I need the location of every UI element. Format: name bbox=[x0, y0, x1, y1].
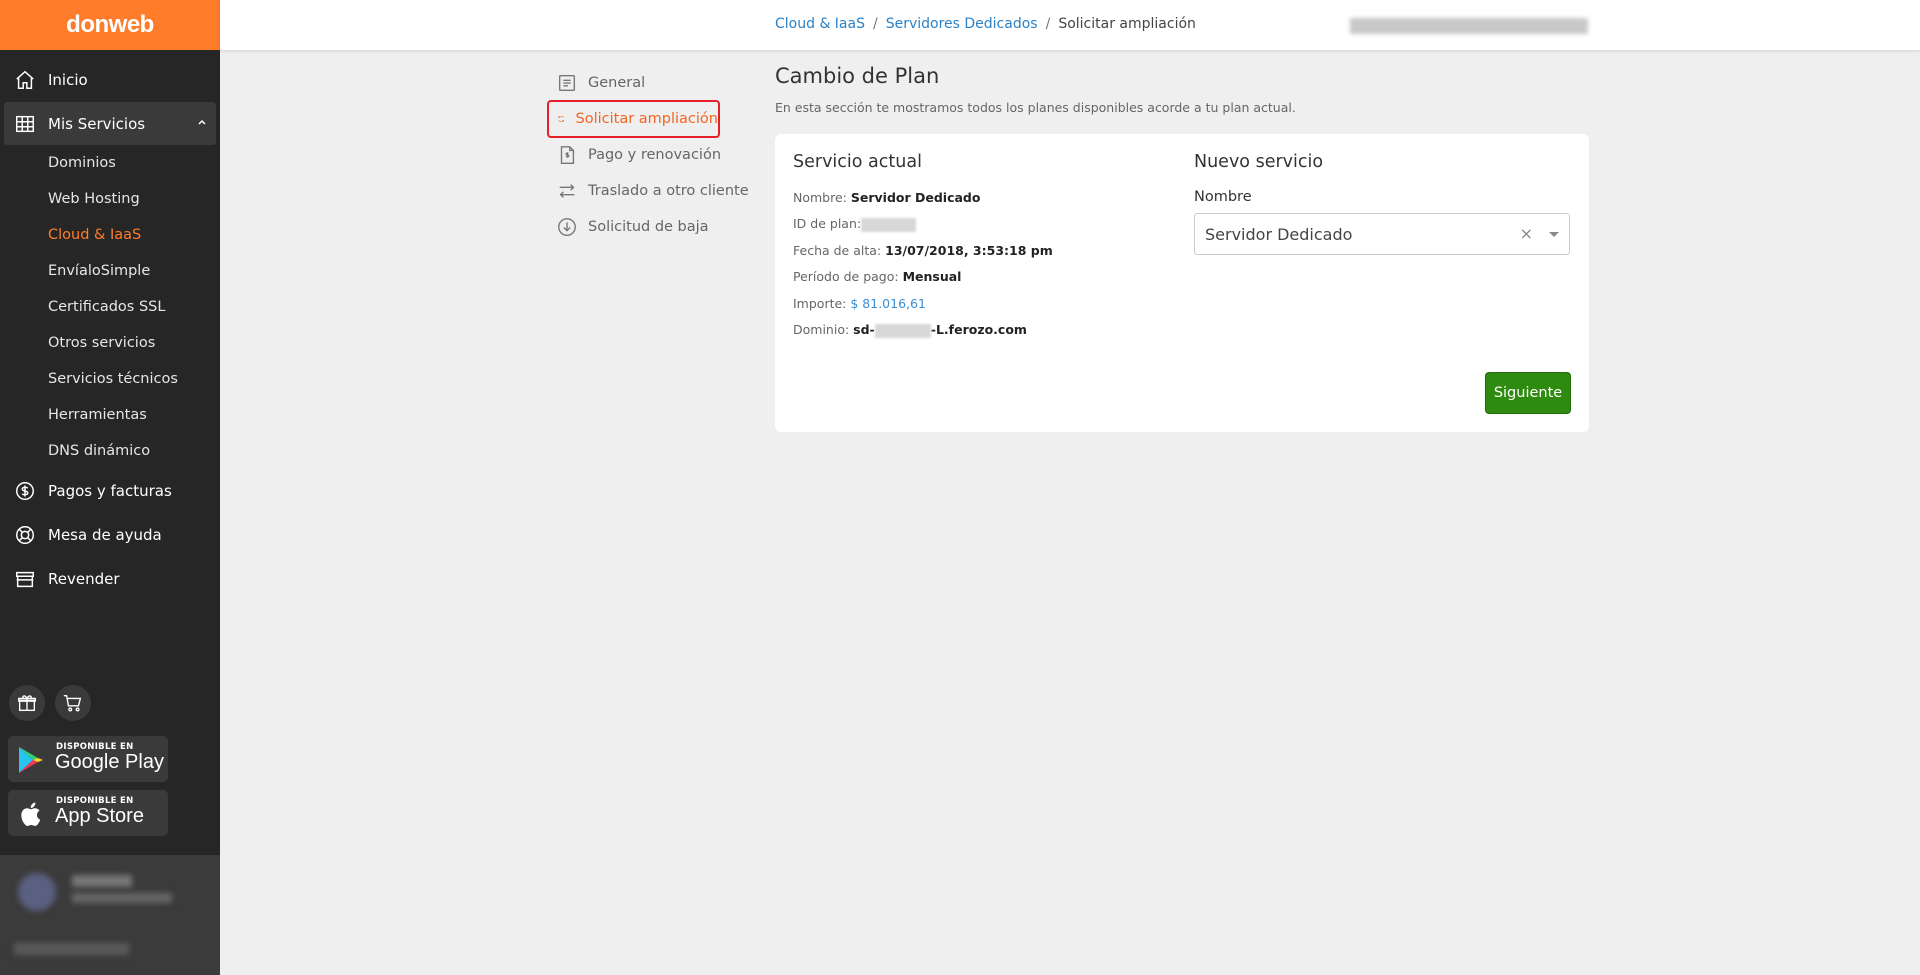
top-bar: Cloud & IaaS / Servidores Dedicados / So… bbox=[220, 0, 1920, 50]
info-value-importe: $ 81.016,61 bbox=[850, 296, 926, 311]
badge-big-text: Google Play bbox=[55, 751, 164, 773]
sidebar: donweb Inicio Mis Servicios Dominios Web… bbox=[0, 0, 220, 975]
sidebar-sub-item-herramientas[interactable]: Herramientas bbox=[48, 405, 147, 425]
siguiente-button[interactable]: Siguiente bbox=[1485, 372, 1571, 414]
app-store-badge[interactable]: DISPONIBLE EN App Store bbox=[8, 790, 168, 836]
chevron-up-icon[interactable] bbox=[196, 116, 208, 128]
clear-selection-icon[interactable]: × bbox=[1520, 224, 1533, 243]
info-label: Importe: bbox=[793, 296, 847, 311]
grid-icon bbox=[16, 115, 34, 133]
gift-button[interactable] bbox=[9, 685, 45, 721]
apple-icon bbox=[21, 802, 41, 826]
info-row-id-plan: ID de plan: bbox=[793, 216, 917, 232]
info-row-periodo-pago: Período de pago: Mensual bbox=[793, 269, 961, 284]
current-service-title: Servicio actual bbox=[793, 152, 922, 172]
info-value: Servidor Dedicado bbox=[850, 190, 981, 205]
domain-suffix: -L.ferozo.com bbox=[930, 322, 1027, 337]
info-row-dominio: Dominio: sd- -L.ferozo.com bbox=[793, 322, 1027, 338]
submenu-label: General bbox=[588, 75, 646, 91]
document-list-icon bbox=[558, 74, 576, 92]
sidebar-sub-item-certificados-ssl[interactable]: Certificados SSL bbox=[48, 297, 165, 317]
home-icon bbox=[16, 70, 34, 89]
submenu-label: Pago y renovación bbox=[588, 147, 722, 163]
plan-change-card: Servicio actual Nombre: Servidor Dedicad… bbox=[775, 134, 1589, 432]
donweb-logo[interactable]: donweb bbox=[0, 0, 220, 50]
submenu-label: Traslado a otro cliente bbox=[588, 183, 749, 199]
select-value: Servidor Dedicado bbox=[1205, 224, 1353, 244]
sidebar-sub-item-web-hosting[interactable]: Web Hosting bbox=[48, 189, 140, 209]
info-label: ID de plan: bbox=[793, 216, 862, 231]
submenu-item-pago-renovacion[interactable]: Pago y renovación bbox=[548, 139, 721, 171]
domain-redacted bbox=[874, 323, 931, 338]
breadcrumb: Cloud & IaaS / Servidores Dedicados / So… bbox=[775, 16, 1196, 32]
nav-item-pagos-facturas[interactable]: Pagos y facturas bbox=[4, 469, 216, 512]
cart-icon bbox=[63, 694, 82, 712]
info-label: Fecha de alta: bbox=[793, 243, 882, 258]
avatar bbox=[18, 873, 56, 911]
nombre-field-label: Nombre bbox=[1194, 189, 1252, 205]
badge-big-text: App Store bbox=[55, 805, 144, 827]
new-service-title: Nuevo servicio bbox=[1194, 152, 1324, 172]
info-value: 13/07/2018, 3:53:18 pm bbox=[885, 243, 1053, 258]
info-value: Mensual bbox=[902, 269, 962, 284]
nav-item-revender[interactable]: Revender bbox=[4, 557, 216, 600]
breadcrumb-link-servidores-dedicados[interactable]: Servidores Dedicados bbox=[886, 16, 1038, 32]
nav-label: Revender bbox=[48, 569, 120, 588]
google-play-badge[interactable]: DISPONIBLE EN Google Play bbox=[8, 736, 168, 782]
dropdown-caret-icon[interactable] bbox=[1549, 232, 1559, 237]
sidebar-sub-item-envialosimple[interactable]: EnvíaloSimple bbox=[48, 261, 150, 281]
sidebar-sub-item-servicios-tecnicos[interactable]: Servicios técnicos bbox=[48, 369, 178, 389]
sidebar-sub-item-cloud-iaas[interactable]: Cloud & IaaS bbox=[48, 225, 141, 245]
transfer-arrows-icon bbox=[559, 184, 575, 198]
page-title: Cambio de Plan bbox=[775, 64, 940, 88]
nav-label: Pagos y facturas bbox=[48, 481, 172, 500]
breadcrumb-current: Solicitar ampliación bbox=[1058, 16, 1196, 32]
info-row-nombre: Nombre: Servidor Dedicado bbox=[793, 190, 980, 205]
service-select[interactable]: Servidor Dedicado × bbox=[1194, 213, 1570, 255]
info-label: Nombre: bbox=[793, 190, 847, 205]
cart-button[interactable] bbox=[55, 685, 91, 721]
nav-label: Inicio bbox=[48, 70, 88, 89]
user-profile-area[interactable] bbox=[0, 855, 220, 975]
refresh-icon bbox=[558, 115, 565, 123]
nav-label: Mis Servicios bbox=[48, 114, 146, 133]
submenu-item-solicitar-ampliacion[interactable]: Solicitar ampliación bbox=[547, 100, 720, 138]
google-play-icon bbox=[19, 747, 43, 773]
user-footer-redacted bbox=[14, 943, 129, 955]
submenu-label: Solicitar ampliación bbox=[575, 111, 719, 127]
breadcrumb-separator: / bbox=[872, 16, 878, 32]
invoice-icon bbox=[560, 146, 575, 164]
user-subtitle-redacted bbox=[72, 893, 172, 903]
submenu-item-general[interactable]: General bbox=[548, 67, 645, 99]
dollar-circle-icon bbox=[16, 482, 34, 500]
info-row-fecha-alta: Fecha de alta: 13/07/2018, 3:53:18 pm bbox=[793, 243, 1053, 258]
sidebar-sub-item-dns-dinamico[interactable]: DNS dinámico bbox=[48, 441, 150, 461]
store-icon bbox=[16, 571, 34, 588]
plan-id-redacted bbox=[861, 217, 917, 232]
submenu-item-solicitud-baja[interactable]: Solicitud de baja bbox=[548, 211, 709, 243]
page-description: En esta sección te mostramos todos los p… bbox=[775, 100, 1296, 115]
account-info-redacted[interactable] bbox=[1350, 18, 1588, 34]
user-name-redacted bbox=[72, 875, 132, 887]
breadcrumb-separator: / bbox=[1045, 16, 1051, 32]
info-row-importe: Importe: $ 81.016,61 bbox=[793, 296, 926, 311]
info-label: Dominio: bbox=[793, 322, 850, 337]
nav-label: Mesa de ayuda bbox=[48, 525, 162, 544]
gift-icon bbox=[18, 695, 36, 712]
submenu-item-traslado[interactable]: Traslado a otro cliente bbox=[548, 175, 749, 207]
nav-item-mesa-de-ayuda[interactable]: Mesa de ayuda bbox=[4, 513, 216, 556]
download-circle-icon bbox=[558, 218, 576, 236]
submenu-label: Solicitud de baja bbox=[588, 219, 709, 235]
domain-prefix: sd- bbox=[853, 322, 875, 337]
sidebar-sub-item-otros-servicios[interactable]: Otros servicios bbox=[48, 333, 155, 353]
info-label: Período de pago: bbox=[793, 269, 899, 284]
sidebar-sub-item-dominios[interactable]: Dominios bbox=[48, 153, 116, 173]
lifebuoy-icon bbox=[16, 526, 34, 544]
nav-item-inicio[interactable]: Inicio bbox=[4, 58, 216, 101]
breadcrumb-link-cloud-iaas[interactable]: Cloud & IaaS bbox=[775, 16, 865, 32]
nav-item-mis-servicios[interactable]: Mis Servicios bbox=[4, 102, 216, 145]
